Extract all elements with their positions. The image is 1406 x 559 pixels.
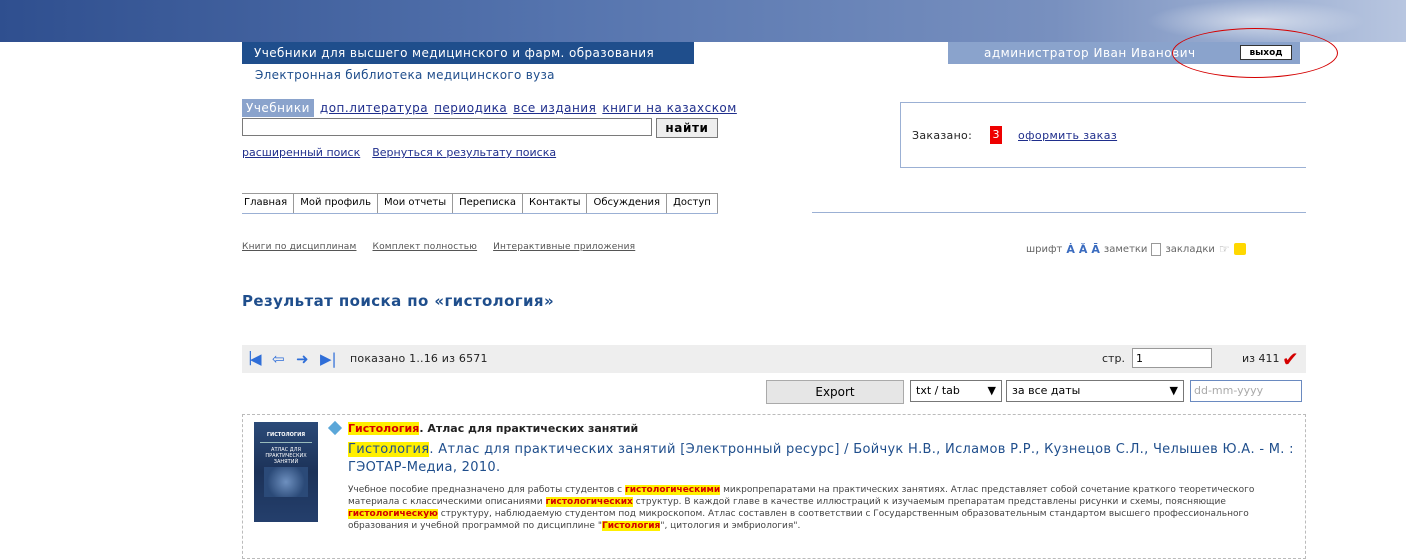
tab-kazakh-books[interactable]: книги на казахском — [602, 101, 737, 115]
font-increase-icon[interactable]: Ȧ — [1066, 243, 1075, 256]
note-icon[interactable] — [1151, 242, 1162, 256]
last-page-icon[interactable]: ▶| — [320, 350, 337, 368]
font-reset-icon[interactable]: Ǎ — [1079, 243, 1088, 256]
nav-messages[interactable]: Переписка — [453, 194, 523, 213]
category-links: Книги по дисциплинам Комплект полностью Ин… — [242, 242, 651, 252]
search-links: расширенный поиск Вернуться к результату … — [242, 146, 568, 159]
check-icon[interactable]: ✔ — [1282, 347, 1299, 371]
pagination-bar: ◀​ | ⇦ ➜ ▶| показано 1..16 из 6571 стр. … — [242, 345, 1306, 373]
link-interactive[interactable]: Интерактивные приложения — [493, 242, 635, 252]
font-label: шрифт — [1026, 243, 1063, 255]
chevron-down-icon: ▼ — [987, 384, 996, 397]
chevron-down-icon: ▼ — [1169, 384, 1178, 397]
nav-discussions[interactable]: Обсуждения — [587, 194, 668, 213]
reader-tools: шрифт Ȧ Ǎ Ā заметки закладки ☞ — [1026, 242, 1246, 256]
book-cover[interactable]: ГИСТОЛОГИЯ АТЛАС ДЛЯ ПРАКТИЧЕСКИХ ЗАНЯТИ… — [254, 422, 318, 522]
nav-access[interactable]: Доступ — [667, 194, 718, 213]
shown-count: показано 1..16 из 6571 — [350, 352, 488, 365]
bookmarks-label[interactable]: закладки — [1165, 244, 1214, 255]
notes-label[interactable]: заметки — [1104, 244, 1148, 255]
page-input[interactable]: 1 — [1132, 348, 1212, 368]
font-decrease-icon[interactable]: Ā — [1091, 243, 1100, 256]
hand-icon[interactable]: ☞ — [1219, 242, 1230, 256]
brand-subtitle: Электронная библиотека медицинского вуза — [255, 68, 555, 82]
nav-home[interactable]: Главная — [242, 194, 295, 213]
advanced-search-link[interactable]: расширенный поиск — [242, 146, 360, 159]
date-input[interactable]: dd-mm-yyyy — [1190, 380, 1302, 402]
order-count-badge: 3 — [990, 126, 1002, 144]
record-abstract: Учебное пособие предназначено для работы… — [348, 485, 1255, 531]
results-title: Результат поиска по «гистология» — [242, 292, 555, 310]
record-citation[interactable]: Гистология. Атлас для практических занят… — [348, 441, 1303, 477]
brand-title: Учебники для высшего медицинского и фарм… — [242, 42, 694, 64]
annotation-circle — [1172, 28, 1338, 78]
link-by-discipline[interactable]: Книги по дисциплинам — [242, 242, 356, 252]
next-page-icon[interactable]: ➜ — [296, 350, 309, 368]
nav-reports[interactable]: Мои отчеты — [378, 194, 454, 213]
link-full-set[interactable]: Комплект полностью — [372, 242, 477, 252]
prev-page-icon[interactable]: ⇦ — [272, 350, 285, 368]
nav-contacts[interactable]: Контакты — [523, 194, 588, 213]
search-button[interactable]: найти — [656, 118, 718, 138]
page-label: стр. — [1102, 352, 1125, 365]
nav-profile[interactable]: Мой профиль — [294, 194, 378, 213]
tab-extra-literature[interactable]: доп.литература — [320, 101, 428, 115]
format-value: txt / tab — [916, 384, 960, 397]
page-total: из 411 — [1242, 352, 1280, 365]
checkout-link[interactable]: оформить заказ — [1018, 129, 1117, 142]
back-to-results-link[interactable]: Вернуться к результату поиска — [372, 146, 556, 159]
section-tabs: Учебники доп.литература периодика все издан… — [242, 99, 737, 117]
tab-periodicals[interactable]: периодика — [434, 101, 507, 115]
date-range-value: за все даты — [1012, 384, 1081, 397]
highlighter-icon[interactable] — [1233, 243, 1246, 255]
main-nav: Главная Мой профиль Мои отчеты Переписка… — [242, 193, 718, 214]
tab-textbooks[interactable]: Учебники — [242, 99, 314, 117]
tab-all-editions[interactable]: все издания — [513, 101, 596, 115]
search-input[interactable] — [242, 118, 652, 136]
record-heading[interactable]: Гистология. Атлас для практических занят… — [348, 422, 638, 435]
export-button[interactable]: Export — [766, 380, 904, 404]
first-page-bar-icon: | — [248, 350, 253, 366]
order-label: Заказано: — [912, 129, 973, 142]
nav-divider — [812, 212, 1306, 213]
date-range-select[interactable]: за все даты ▼ — [1006, 380, 1184, 402]
format-select[interactable]: txt / tab ▼ — [910, 380, 1002, 402]
